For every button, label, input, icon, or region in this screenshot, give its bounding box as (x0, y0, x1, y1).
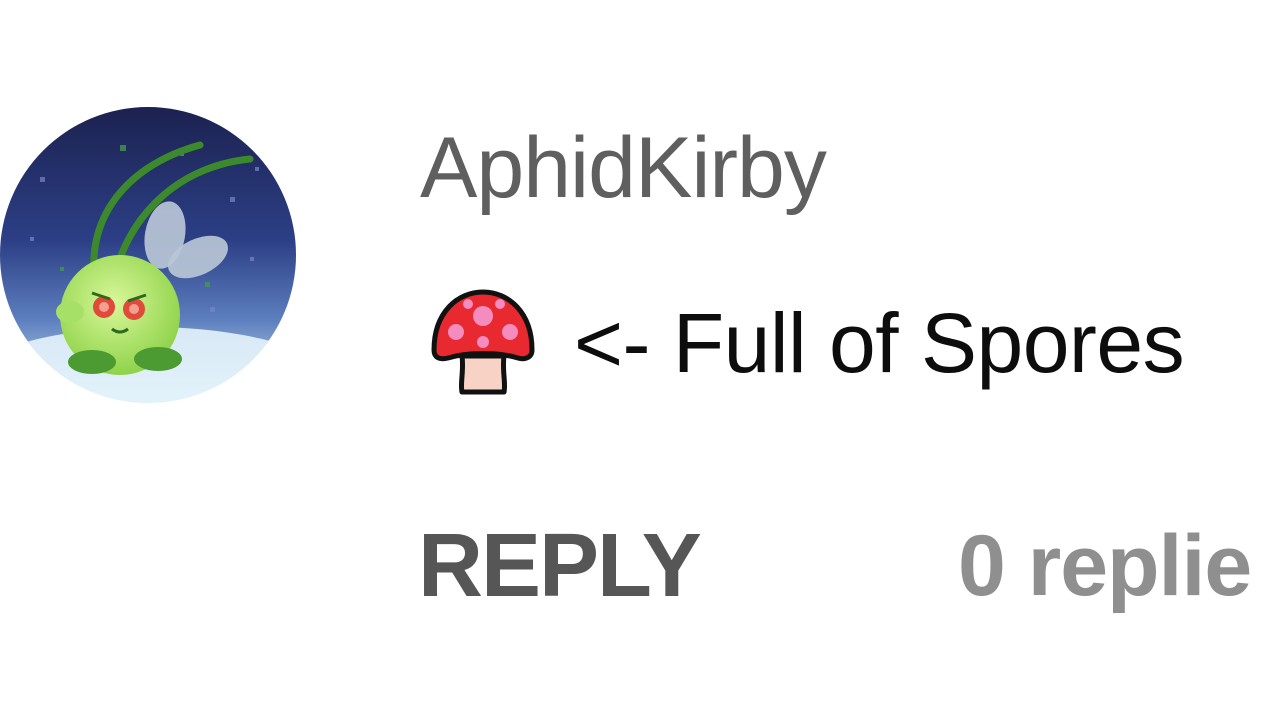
comment-card: AphidKirby <- Full of Spores REPLY 0 rep… (0, 0, 1280, 720)
comment-text: <- Full of Spores (574, 296, 1185, 390)
reply-button[interactable]: REPLY (418, 514, 702, 618)
mushroom-icon (431, 289, 535, 395)
comment-body: <- Full of Spores (428, 288, 1185, 398)
comment-author[interactable]: AphidKirby (420, 118, 827, 218)
replies-count[interactable]: 0 replie (958, 514, 1252, 618)
avatar[interactable] (0, 107, 296, 403)
aphid-kirby-avatar-icon (0, 107, 296, 403)
